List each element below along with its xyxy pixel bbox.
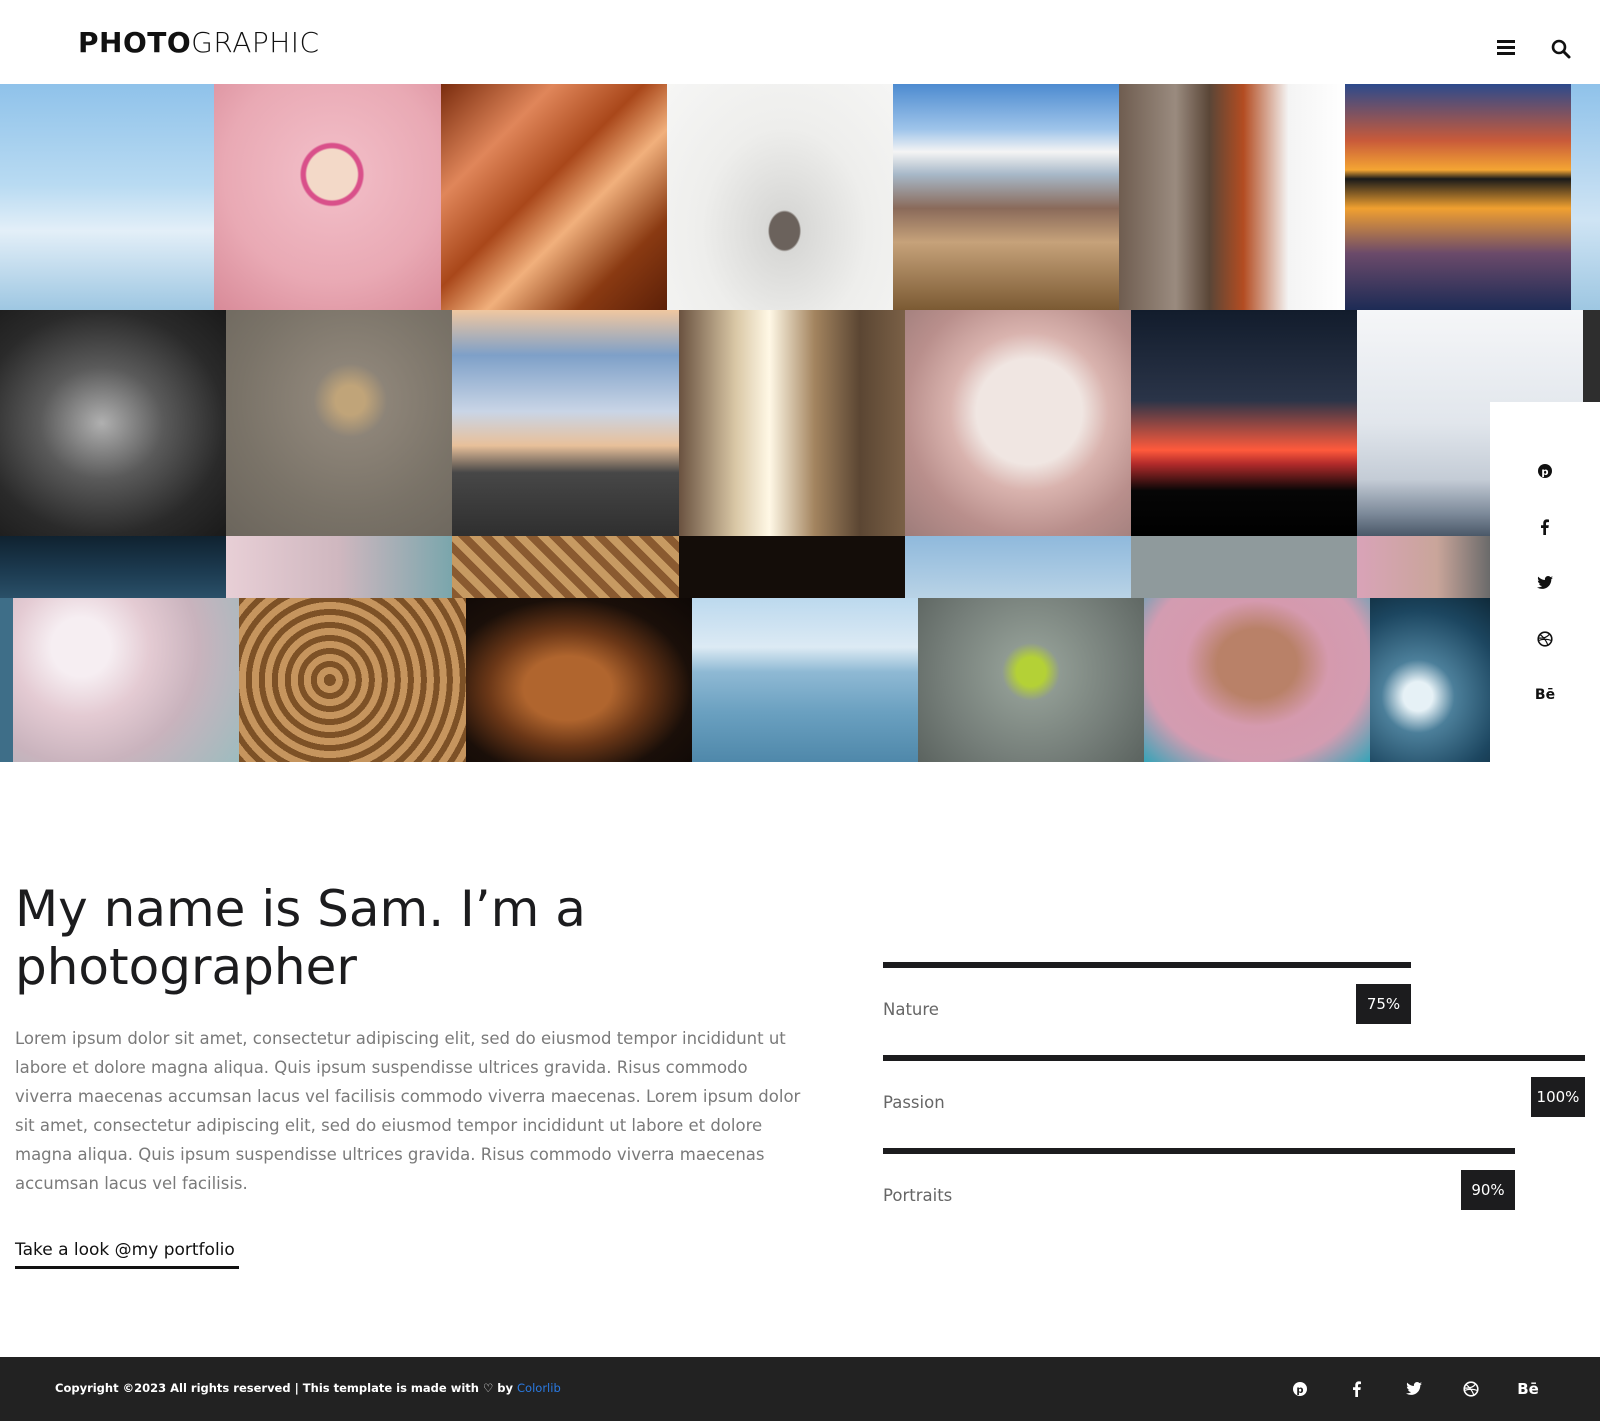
photo-gallery (0, 84, 1600, 762)
skill-label: Passion (883, 1093, 945, 1112)
copyright-label: Copyright ©2023 All rights reserved | Th… (55, 1381, 514, 1395)
gallery-image-coiled-rope[interactable] (239, 598, 466, 762)
dribbble-icon[interactable] (1534, 628, 1556, 650)
gallery-image-pink-flamingo-feathers[interactable] (214, 84, 441, 310)
skill-bar (883, 1055, 1585, 1061)
gallery-image-antelope-canyon[interactable] (441, 84, 667, 310)
site-header: PHOTOGRAPHIC (0, 0, 1600, 84)
skill-percent: 75% (1356, 984, 1411, 1024)
gallery-image-rope-partial[interactable] (452, 536, 679, 598)
about-text: Lorem ipsum dolor sit amet, consectetur … (15, 1029, 801, 1193)
gallery-image-pink-dandelion-seeds[interactable] (13, 598, 239, 762)
facebook-icon[interactable] (1534, 516, 1556, 538)
gallery-image-snowy-mountains[interactable] (0, 84, 214, 310)
copyright-text: Copyright ©2023 All rights reserved | Th… (55, 1381, 561, 1395)
gallery-image-night-sky-red-horizon[interactable] (1131, 310, 1357, 536)
gallery-image-dandelion-partial[interactable] (226, 536, 452, 598)
gallery-image-flamingo-neck[interactable] (905, 310, 1131, 536)
gallery-image-road-above-clouds[interactable] (452, 310, 679, 536)
gallery-image-ginkgo-leaf-on-statue[interactable] (918, 598, 1144, 762)
hamburger-icon[interactable] (1496, 36, 1518, 58)
gallery-image-ocean-partial[interactable] (0, 536, 226, 598)
footer-facebook-icon[interactable] (1345, 1377, 1369, 1401)
skill-percent: 90% (1461, 1170, 1515, 1210)
search-icon[interactable] (1550, 38, 1572, 60)
colorlib-link[interactable]: Colorlib (517, 1381, 561, 1395)
twitter-icon[interactable] (1534, 572, 1556, 594)
site-footer: Copyright ©2023 All rights reserved | Th… (0, 1357, 1600, 1421)
gallery-image-small-bird-on-snow[interactable] (667, 84, 893, 310)
about-title: My name is Sam. I’m a photographer (15, 880, 586, 996)
gallery-image-statue-partial[interactable] (1131, 536, 1357, 598)
site-logo[interactable]: PHOTOGRAPHIC (78, 26, 320, 59)
gallery-image-red-panda-on-tree[interactable] (1119, 84, 1345, 310)
skill-label: Nature (883, 1000, 939, 1019)
logo-light: GRAPHIC (191, 26, 320, 59)
footer-twitter-icon[interactable] (1402, 1377, 1426, 1401)
footer-pinterest-icon[interactable]: p (1288, 1377, 1312, 1401)
gallery-image-snowy-mountains-edge[interactable] (1571, 84, 1600, 310)
svg-text:p: p (1541, 467, 1548, 478)
gallery-image-sailboat-on-lake[interactable] (692, 598, 918, 762)
gallery-image-brown-dog-profile[interactable] (466, 598, 692, 762)
portfolio-link[interactable]: Take a look @my portfolio (15, 1240, 239, 1269)
gallery-image-ocean-waves[interactable] (1370, 598, 1490, 762)
footer-behance-icon[interactable]: Bē (1516, 1377, 1540, 1401)
gallery-image-waves-edge[interactable] (0, 598, 13, 762)
gallery-image-woman-partial[interactable] (1357, 536, 1490, 598)
gallery-image-sky-partial[interactable] (905, 536, 1131, 598)
logo-bold: PHOTO (78, 26, 192, 59)
footer-dribbble-icon[interactable] (1459, 1377, 1483, 1401)
pinterest-icon[interactable]: p (1534, 460, 1556, 482)
behance-icon[interactable]: Bē (1534, 684, 1556, 706)
skill-bar (883, 962, 1411, 968)
gallery-image-sunset-yoga-reflection[interactable] (1345, 84, 1571, 310)
gallery-image-dog-partial[interactable] (679, 536, 905, 598)
social-sidebar: p Bē (1490, 402, 1600, 762)
gallery-image-elderly-woman-portrait[interactable] (1144, 598, 1370, 762)
skill-percent: 100% (1531, 1077, 1585, 1117)
gallery-image-street-buildings-vintage-car[interactable] (679, 310, 905, 536)
gallery-image-dragonfly-on-grass[interactable] (226, 310, 452, 536)
skill-label: Portraits (883, 1186, 953, 1205)
svg-text:p: p (1296, 1385, 1303, 1396)
gallery-image-desert-mountains[interactable] (893, 84, 1119, 310)
gallery-image-girl-black-and-white[interactable] (0, 310, 226, 536)
skill-bar (883, 1148, 1515, 1154)
